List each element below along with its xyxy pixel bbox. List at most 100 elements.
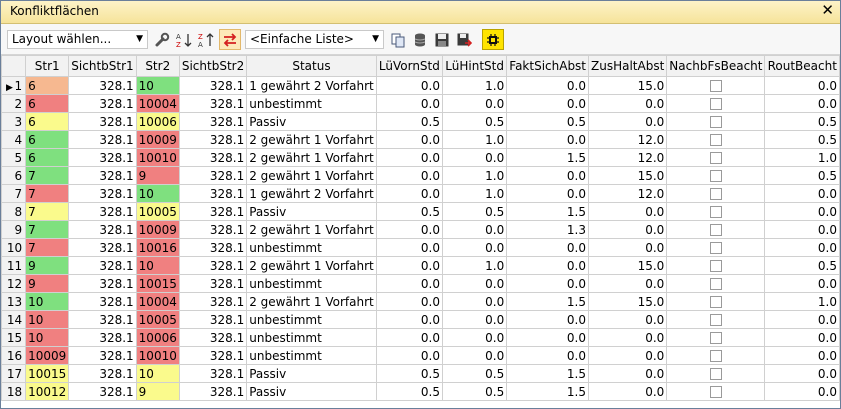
column-header[interactable]: LüVornStd — [375, 55, 444, 77]
wrench-icon[interactable] — [151, 29, 173, 50]
sichtb-str1-cell[interactable]: 328.1 — [68, 112, 137, 131]
save-as-icon[interactable] — [453, 29, 475, 50]
sichtb-str2-cell[interactable]: 328.1 — [178, 166, 248, 185]
fakt-sich-abst-cell[interactable]: 0.5 — [506, 112, 590, 131]
nachb-fs-beacht-cell[interactable] — [666, 220, 766, 239]
sync-arrows-icon[interactable] — [219, 29, 241, 50]
lu-vorn-std-cell[interactable]: 0.5 — [375, 112, 444, 131]
status-cell[interactable]: 2 gewährt 1 Vorfahrt — [246, 148, 377, 167]
lu-vorn-std-cell[interactable]: 0.0 — [375, 220, 444, 239]
table-row[interactable]: 9 7 328.1 10009 328.1 2 gewährt 1 Vorfahrt 0.0… — [1, 220, 840, 239]
zus-halt-abst-cell[interactable]: 0.0 — [588, 328, 668, 347]
zus-halt-abst-cell[interactable]: 15.0 — [588, 256, 668, 275]
str1-cell[interactable]: 7 — [25, 184, 70, 203]
rout-beacht-cell[interactable]: 1.0 — [764, 148, 840, 167]
row-number[interactable]: 17 — [1, 364, 27, 383]
fakt-sich-abst-cell[interactable]: 1.5 — [506, 292, 590, 311]
str1-cell[interactable]: 6 — [25, 130, 70, 149]
status-cell[interactable]: unbestimmt — [246, 238, 377, 257]
nachb-fs-beacht-cell[interactable] — [666, 274, 766, 293]
fakt-sich-abst-cell[interactable]: 0.0 — [506, 94, 590, 113]
str2-cell[interactable]: 10004 — [135, 292, 180, 311]
table-row[interactable]: 17 10015 328.1 10 328.1 Passiv 0.5 0.5 1.5 0.0 0.0 — [1, 364, 840, 383]
status-cell[interactable]: unbestimmt — [246, 328, 377, 347]
str1-cell[interactable]: 6 — [25, 112, 70, 131]
fakt-sich-abst-cell[interactable]: 0.0 — [506, 238, 590, 257]
lu-vorn-std-cell[interactable]: 0.0 — [375, 148, 444, 167]
column-header[interactable]: NachbFsBeacht — [666, 55, 766, 77]
database-icon[interactable] — [409, 29, 431, 50]
status-cell[interactable]: unbestimmt — [246, 346, 377, 365]
row-number[interactable]: 11 — [1, 256, 27, 275]
nachb-fs-beacht-cell[interactable] — [666, 382, 766, 401]
table-row[interactable]: 1 ▶ 6 328.1 10 328.1 1 gewährt 2 Vorfahrt 0.0 1.… — [1, 76, 840, 95]
zus-halt-abst-cell[interactable]: 0.0 — [588, 202, 668, 221]
table-row[interactable]: 15 10 328.1 10006 328.1 unbestimmt 0.0 0.0 0.0 0.… — [1, 328, 840, 347]
row-number[interactable]: 6 — [1, 166, 27, 185]
str1-cell[interactable]: 10 — [25, 310, 70, 329]
column-header[interactable]: SichtbStr1 — [68, 55, 137, 77]
sichtb-str2-cell[interactable]: 328.1 — [178, 184, 248, 203]
fakt-sich-abst-cell[interactable]: 0.0 — [506, 130, 590, 149]
status-cell[interactable]: Passiv — [246, 112, 377, 131]
checkbox[interactable] — [709, 134, 722, 146]
status-cell[interactable]: 2 gewährt 1 Vorfahrt — [246, 166, 377, 185]
sichtb-str2-cell[interactable]: 328.1 — [178, 292, 248, 311]
sichtb-str1-cell[interactable]: 328.1 — [68, 346, 137, 365]
lu-vorn-std-cell[interactable]: 0.0 — [375, 184, 444, 203]
str1-cell[interactable]: 9 — [25, 256, 70, 275]
sort-ascending-icon[interactable]: AZ — [173, 29, 195, 50]
str2-cell[interactable]: 10005 — [135, 202, 180, 221]
sichtb-str1-cell[interactable]: 328.1 — [68, 220, 137, 239]
str2-cell[interactable]: 10009 — [135, 220, 180, 239]
sichtb-str2-cell[interactable]: 328.1 — [178, 238, 248, 257]
lu-vorn-std-cell[interactable]: 0.0 — [375, 328, 444, 347]
nachb-fs-beacht-cell[interactable] — [666, 238, 766, 257]
sichtb-str1-cell[interactable]: 328.1 — [68, 274, 137, 293]
str2-cell[interactable]: 9 — [135, 166, 180, 185]
status-cell[interactable]: 2 gewährt 1 Vorfahrt — [246, 256, 377, 275]
column-header[interactable]: RoutBeacht — [764, 55, 840, 77]
lu-vorn-std-cell[interactable]: 0.5 — [375, 382, 444, 401]
fakt-sich-abst-cell[interactable]: 0.0 — [506, 166, 590, 185]
checkbox[interactable] — [709, 260, 722, 272]
fakt-sich-abst-cell[interactable]: 1.5 — [506, 202, 590, 221]
lu-hint-std-cell[interactable]: 0.5 — [442, 202, 508, 221]
zus-halt-abst-cell[interactable]: 0.0 — [588, 274, 668, 293]
lu-hint-std-cell[interactable]: 1.0 — [442, 184, 508, 203]
rout-beacht-cell[interactable]: 0.0 — [764, 202, 840, 221]
zus-halt-abst-cell[interactable]: 0.0 — [588, 382, 668, 401]
table-row[interactable]: 16 10009 328.1 10010 328.1 unbestimmt 0.0 0.0 0.… — [1, 346, 840, 365]
sichtb-str2-cell[interactable]: 328.1 — [178, 202, 248, 221]
rout-beacht-cell[interactable]: 0.0 — [764, 328, 840, 347]
zus-halt-abst-cell[interactable]: 0.0 — [588, 112, 668, 131]
sichtb-str1-cell[interactable]: 328.1 — [68, 202, 137, 221]
checkbox[interactable] — [709, 80, 722, 92]
sichtb-str1-cell[interactable]: 328.1 — [68, 238, 137, 257]
rout-beacht-cell[interactable]: 0.5 — [764, 256, 840, 275]
table-row[interactable]: 13 10 328.1 10004 328.1 2 gewährt 1 Vorfahrt 0… — [1, 292, 840, 311]
row-number[interactable]: 2 — [1, 94, 27, 113]
checkbox[interactable] — [709, 314, 722, 326]
column-header[interactable]: FaktSichAbst — [506, 55, 590, 77]
column-header[interactable]: SichtbStr2 — [178, 55, 248, 77]
row-number[interactable]: 7 — [1, 184, 27, 203]
lu-hint-std-cell[interactable]: 0.0 — [442, 94, 508, 113]
chip-settings-icon[interactable] — [482, 29, 504, 50]
table-row[interactable]: 7 7 328.1 10 328.1 1 gewährt 2 Vorfahrt 0.0 1.0… — [1, 184, 840, 203]
zus-halt-abst-cell[interactable]: 15.0 — [588, 292, 668, 311]
status-cell[interactable]: 2 gewährt 1 Vorfahrt — [246, 220, 377, 239]
rout-beacht-cell[interactable]: 0.5 — [764, 130, 840, 149]
status-cell[interactable]: 1 gewährt 2 Vorfahrt — [246, 76, 377, 95]
checkbox[interactable] — [709, 170, 722, 182]
str1-cell[interactable]: 6 — [25, 76, 70, 95]
zus-halt-abst-cell[interactable]: 0.0 — [588, 220, 668, 239]
list-select[interactable]: <Einfache Liste> ▼ — [245, 30, 384, 49]
row-number[interactable]: 8 — [1, 202, 27, 221]
nachb-fs-beacht-cell[interactable] — [666, 94, 766, 113]
table-row[interactable]: 11 9 328.1 10 328.1 2 gewährt 1 Vorfahrt 0.0 1.… — [1, 256, 840, 275]
zus-halt-abst-cell[interactable]: 12.0 — [588, 184, 668, 203]
nachb-fs-beacht-cell[interactable] — [666, 166, 766, 185]
sichtb-str2-cell[interactable]: 328.1 — [178, 94, 248, 113]
rout-beacht-cell[interactable]: 0.0 — [764, 76, 840, 95]
